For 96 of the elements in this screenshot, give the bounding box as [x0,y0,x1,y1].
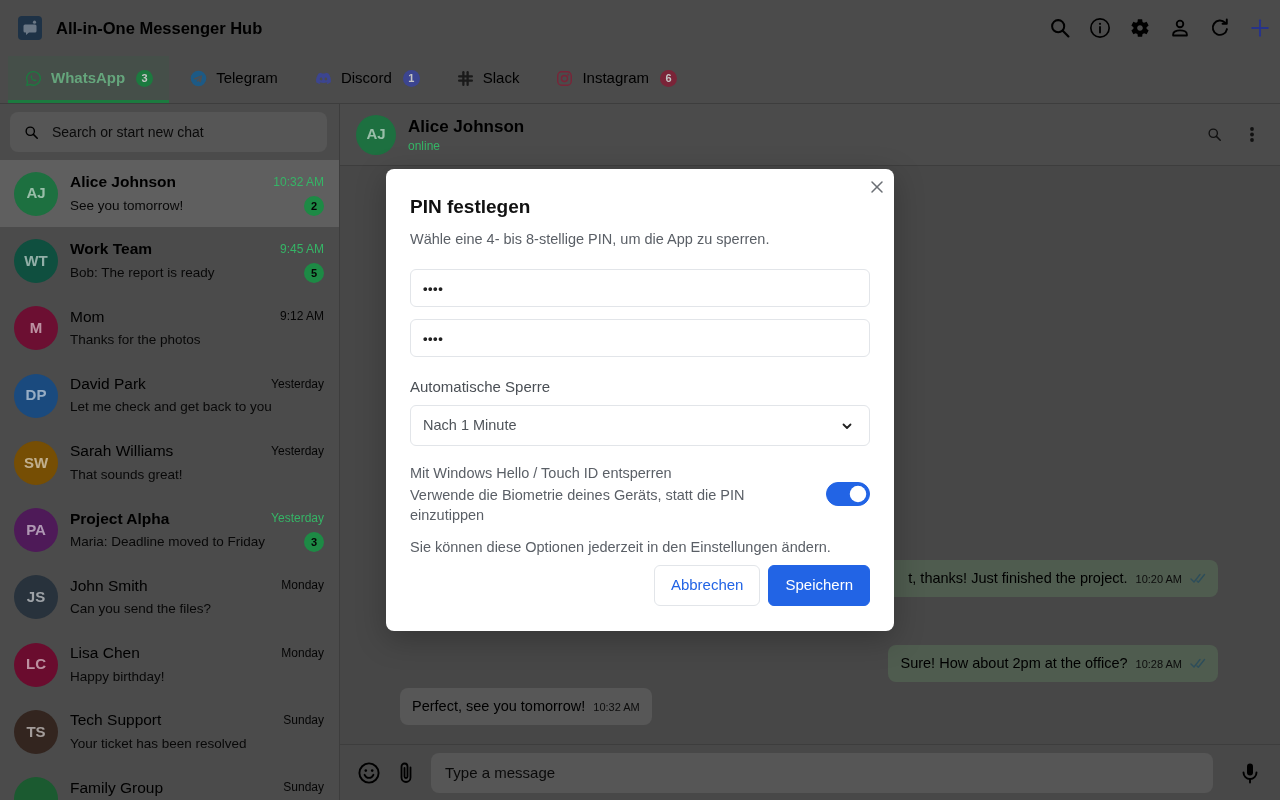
search-icon [1049,17,1071,39]
unread-count: 2 [304,195,324,216]
avatar: M [14,306,58,351]
chat-list-item[interactable]: PA Project Alpha Yesterday Maria: Deadline moved to Friday 3 [0,496,339,564]
search-field[interactable]: Search or start new chat [10,112,327,152]
double-check-icon [1190,573,1206,584]
info-icon [1089,17,1111,39]
close-icon [870,180,884,194]
smiley-icon [357,760,381,785]
chat-list-item[interactable]: LC Lisa Chen Monday Happy birthday! [0,631,339,699]
refresh-icon [1209,17,1231,39]
contact-name: Mom [70,306,105,327]
contact-name: Alice Johnson [408,115,525,138]
avatar: AJ [14,171,58,216]
app-title: All-in-One Messenger Hub [56,17,263,39]
message-preview: Thanks for the photos [70,331,201,350]
message-time: Yesterday [271,375,324,393]
message-preview: Your ticket has been resolved [70,734,247,753]
double-check-icon [1190,658,1206,669]
more-icon [1250,127,1254,142]
contact-name: Work Team [70,239,153,260]
biometric-toggle[interactable] [826,482,870,506]
emoji-button[interactable] [357,760,381,785]
plus-icon [1249,17,1271,39]
chat-list-item[interactable]: M Mom 9:12 AM Thanks for the photos [0,294,339,362]
chat-list-item[interactable]: JS John Smith Monday Can you send the files? [0,563,339,632]
message-preview: Let me check and get back to you [70,398,272,417]
avatar: DP [14,373,58,418]
message-preview: See you tomorrow! [70,196,184,215]
message-time: Sunday [283,712,324,729]
unread-count: 1 [402,69,420,87]
avatar: LC [14,642,58,687]
service-tab[interactable]: Instagram 6 [539,56,694,103]
pin-input[interactable]: •••• [410,269,870,307]
message-text: Perfect, see you tomorrow! [412,697,586,716]
avatar: SW [14,440,58,485]
dialog-description: Wähle eine 4- bis 8-stellige PIN, um die App zu sperren. [410,230,771,249]
avatar: PA [14,508,58,553]
contact-name: Tech Support [70,710,162,731]
unread-count: 6 [660,69,678,87]
save-button[interactable]: Speichern [768,565,870,606]
contact-name: Sarah Williams [70,441,174,462]
avatar: WT [14,238,58,283]
message-preview: Happy birthday! [70,667,165,686]
unread-count: 3 [136,69,154,87]
message-time: 10:28 AM [1135,657,1182,672]
message-time: Yesterday [271,510,324,528]
contact-name: Project Alpha [70,508,170,529]
avatar: TS [14,710,58,754]
settings-icon [1129,17,1151,39]
message-time: Monday [281,644,324,662]
search-icon [1206,127,1222,142]
message-time: 9:45 AM [279,240,324,258]
dialog-title: PIN festlegen [410,195,532,219]
close-button[interactable] [870,180,884,194]
person-icon [1169,17,1191,39]
message-preview: Can you send the files? [70,600,212,619]
contact-name: Alice Johnson [70,172,176,192]
field-label: Automatische Sperre [410,377,552,397]
service-tab[interactable]: WhatsApp 3 [8,56,170,103]
message-time: Yesterday [271,442,324,460]
unread-count: 3 [304,532,324,553]
cancel-button[interactable]: Abbrechen [653,565,761,606]
message-input[interactable]: Type a message [431,752,1213,793]
search-icon [24,124,39,140]
message-time: Monday [281,577,324,595]
online-status: online [408,137,442,154]
message-preview: That sounds great! [70,465,183,484]
message-time: 10:20 AM [1135,572,1182,587]
avatar: AJ [356,114,396,155]
chat-list-item[interactable]: SW Sarah Williams Yesterday That sounds great! [0,429,339,497]
message-time: 9:12 AM [279,308,324,326]
message-text: Sure! How about 2pm at the office? [900,654,1128,673]
dialog-note: Sie können diese Optionen jederzeit in den Einstellungen ändern. [410,538,832,557]
contact-name: Lisa Chen [70,643,140,664]
contact-name: David Park [70,373,146,394]
chat-list-item[interactable]: TS Tech Support Sunday Your ticket has been resolved [0,698,339,766]
message-preview: Maria: Deadline moved to Friday [70,533,266,551]
message-text: t, thanks! Just finished the project. [908,569,1128,588]
unread-count: 5 [304,262,324,283]
option-description: Verwende die Biometrie deines Geräts, statt die PIN einzutippen [410,486,746,525]
chat-list-item[interactable]: AJ Alice Johnson 10:32 AM See you tomorrow! 2 [0,160,339,228]
message-time: 10:32 AM [593,700,640,715]
pin-input[interactable]: •••• [410,319,870,357]
contact-name: Family Group [70,777,164,798]
chat-list-item[interactable]: WT Work Team 9:45 AM Bob: The report is ready 5 [0,227,339,295]
message-time: 10:32 AM [273,173,324,191]
message-time: Sunday [283,779,324,797]
avatar: JS [14,575,58,620]
message-preview: Bob: The report is ready [70,263,215,282]
chat-list-item[interactable]: DP David Park Yesterday Let me check and get back to you [0,361,339,430]
auto-lock-select[interactable]: Nach 1 Minute [410,405,870,446]
chat-logo-icon [18,16,42,40]
option-title: Mit Windows Hello / Touch ID entsperren [410,464,673,483]
service-tab[interactable]: Discord 1 [297,56,436,103]
contact-name: John Smith [70,575,148,596]
